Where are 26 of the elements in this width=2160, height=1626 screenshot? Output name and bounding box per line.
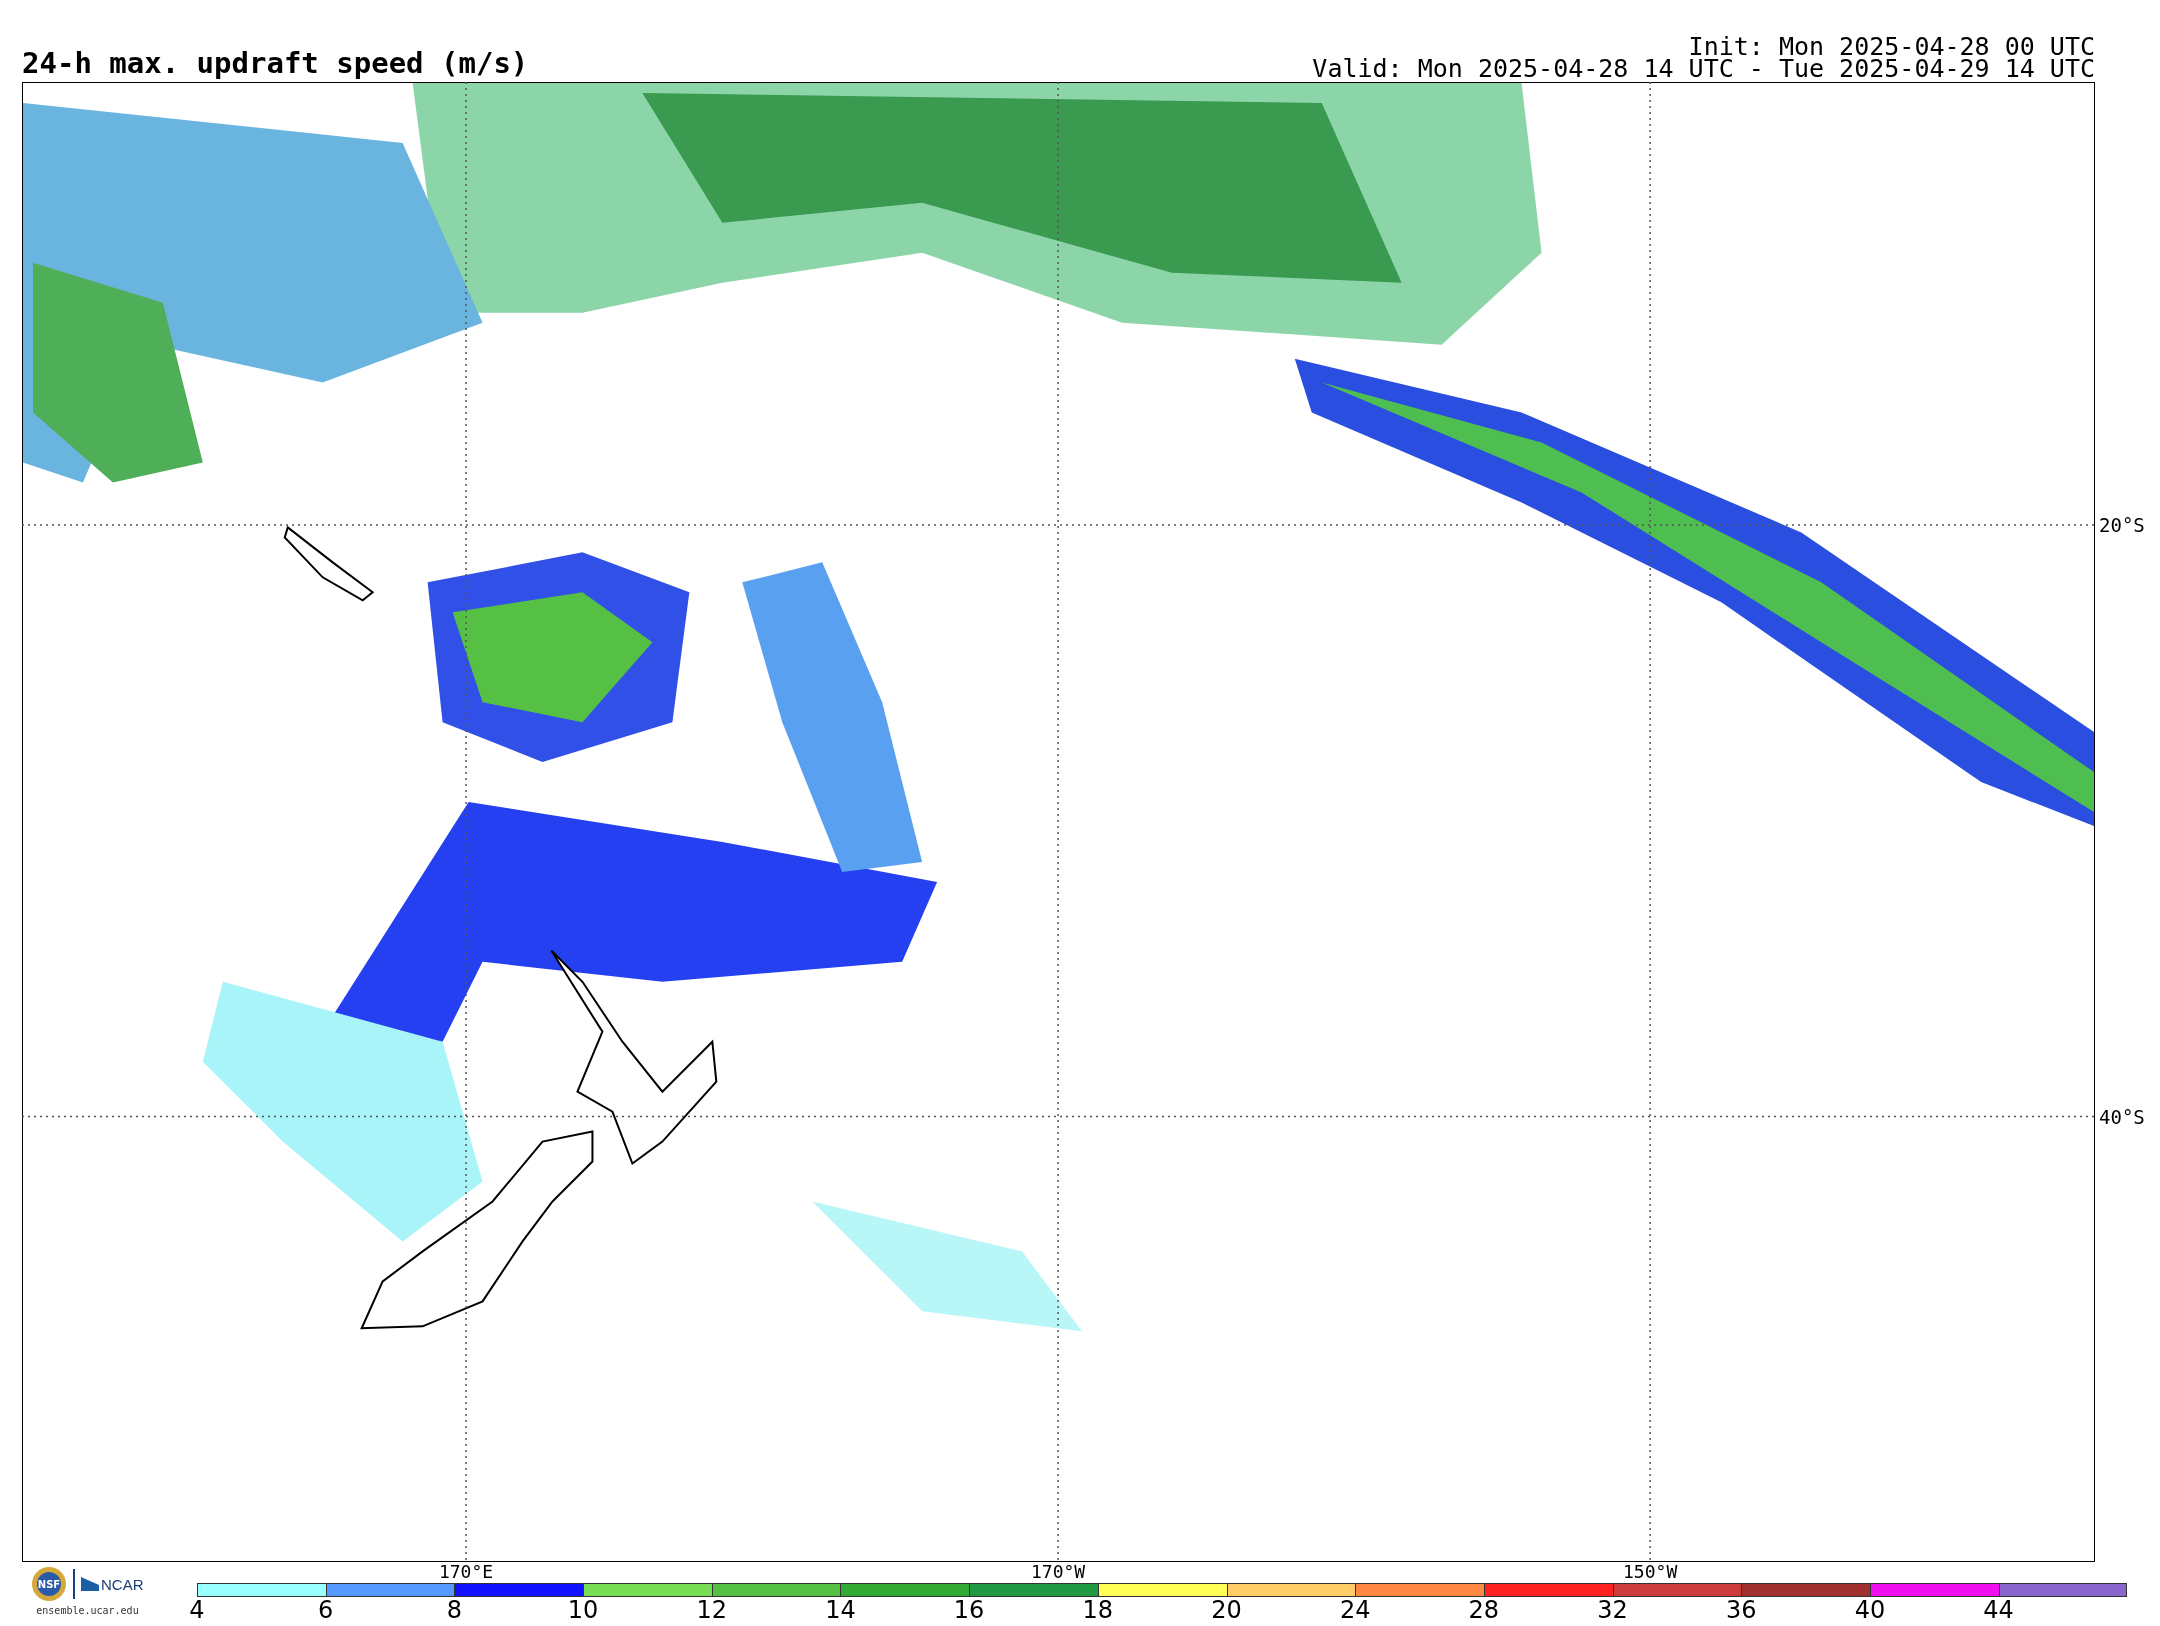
chart-title: 24-h max. updraft speed (m/s) [22,49,529,78]
scale-tick-label: 8 [446,1598,462,1622]
valid-time: Valid: Mon 2025-04-28 14 UTC - Tue 2025-04-29 14 UTC [1312,58,2095,80]
scale-tick-label: 32 [1597,1598,1628,1622]
longitude-label: 170°W [1031,1563,1086,1580]
nsf-logo: NSF [31,1566,68,1602]
scale-tick-label: 20 [1211,1598,1242,1622]
scale-tick-label: 10 [567,1598,599,1622]
latitude-label: 20°S [2099,513,2145,536]
latitude-label: 40°S [2099,1105,2145,1128]
scale-tick-label: 44 [1983,1598,2014,1622]
ncar-logo: NCAR [81,1575,144,1593]
longitude-label: 150°W [1623,1563,1678,1580]
scale-tick-label: 16 [953,1598,985,1622]
init-time: Init: Mon 2025-04-28 00 UTC [1688,36,2095,58]
scale-tick-label: 24 [1339,1598,1371,1622]
website-url: ensemble.ucar.edu [36,1605,139,1616]
scale-tick-label: 14 [825,1598,856,1622]
scale-tick-label: 28 [1468,1598,1500,1622]
scale-tick-label: 4 [189,1598,205,1622]
longitude-label: 170°E [438,1563,494,1580]
scale-tick-label: 6 [318,1598,334,1622]
scale-tick-label: 40 [1854,1598,1886,1622]
scale-tick-label: 18 [1082,1598,1114,1622]
scale-tick-label: 12 [696,1598,727,1622]
scale-tick-label: 36 [1726,1598,1757,1622]
